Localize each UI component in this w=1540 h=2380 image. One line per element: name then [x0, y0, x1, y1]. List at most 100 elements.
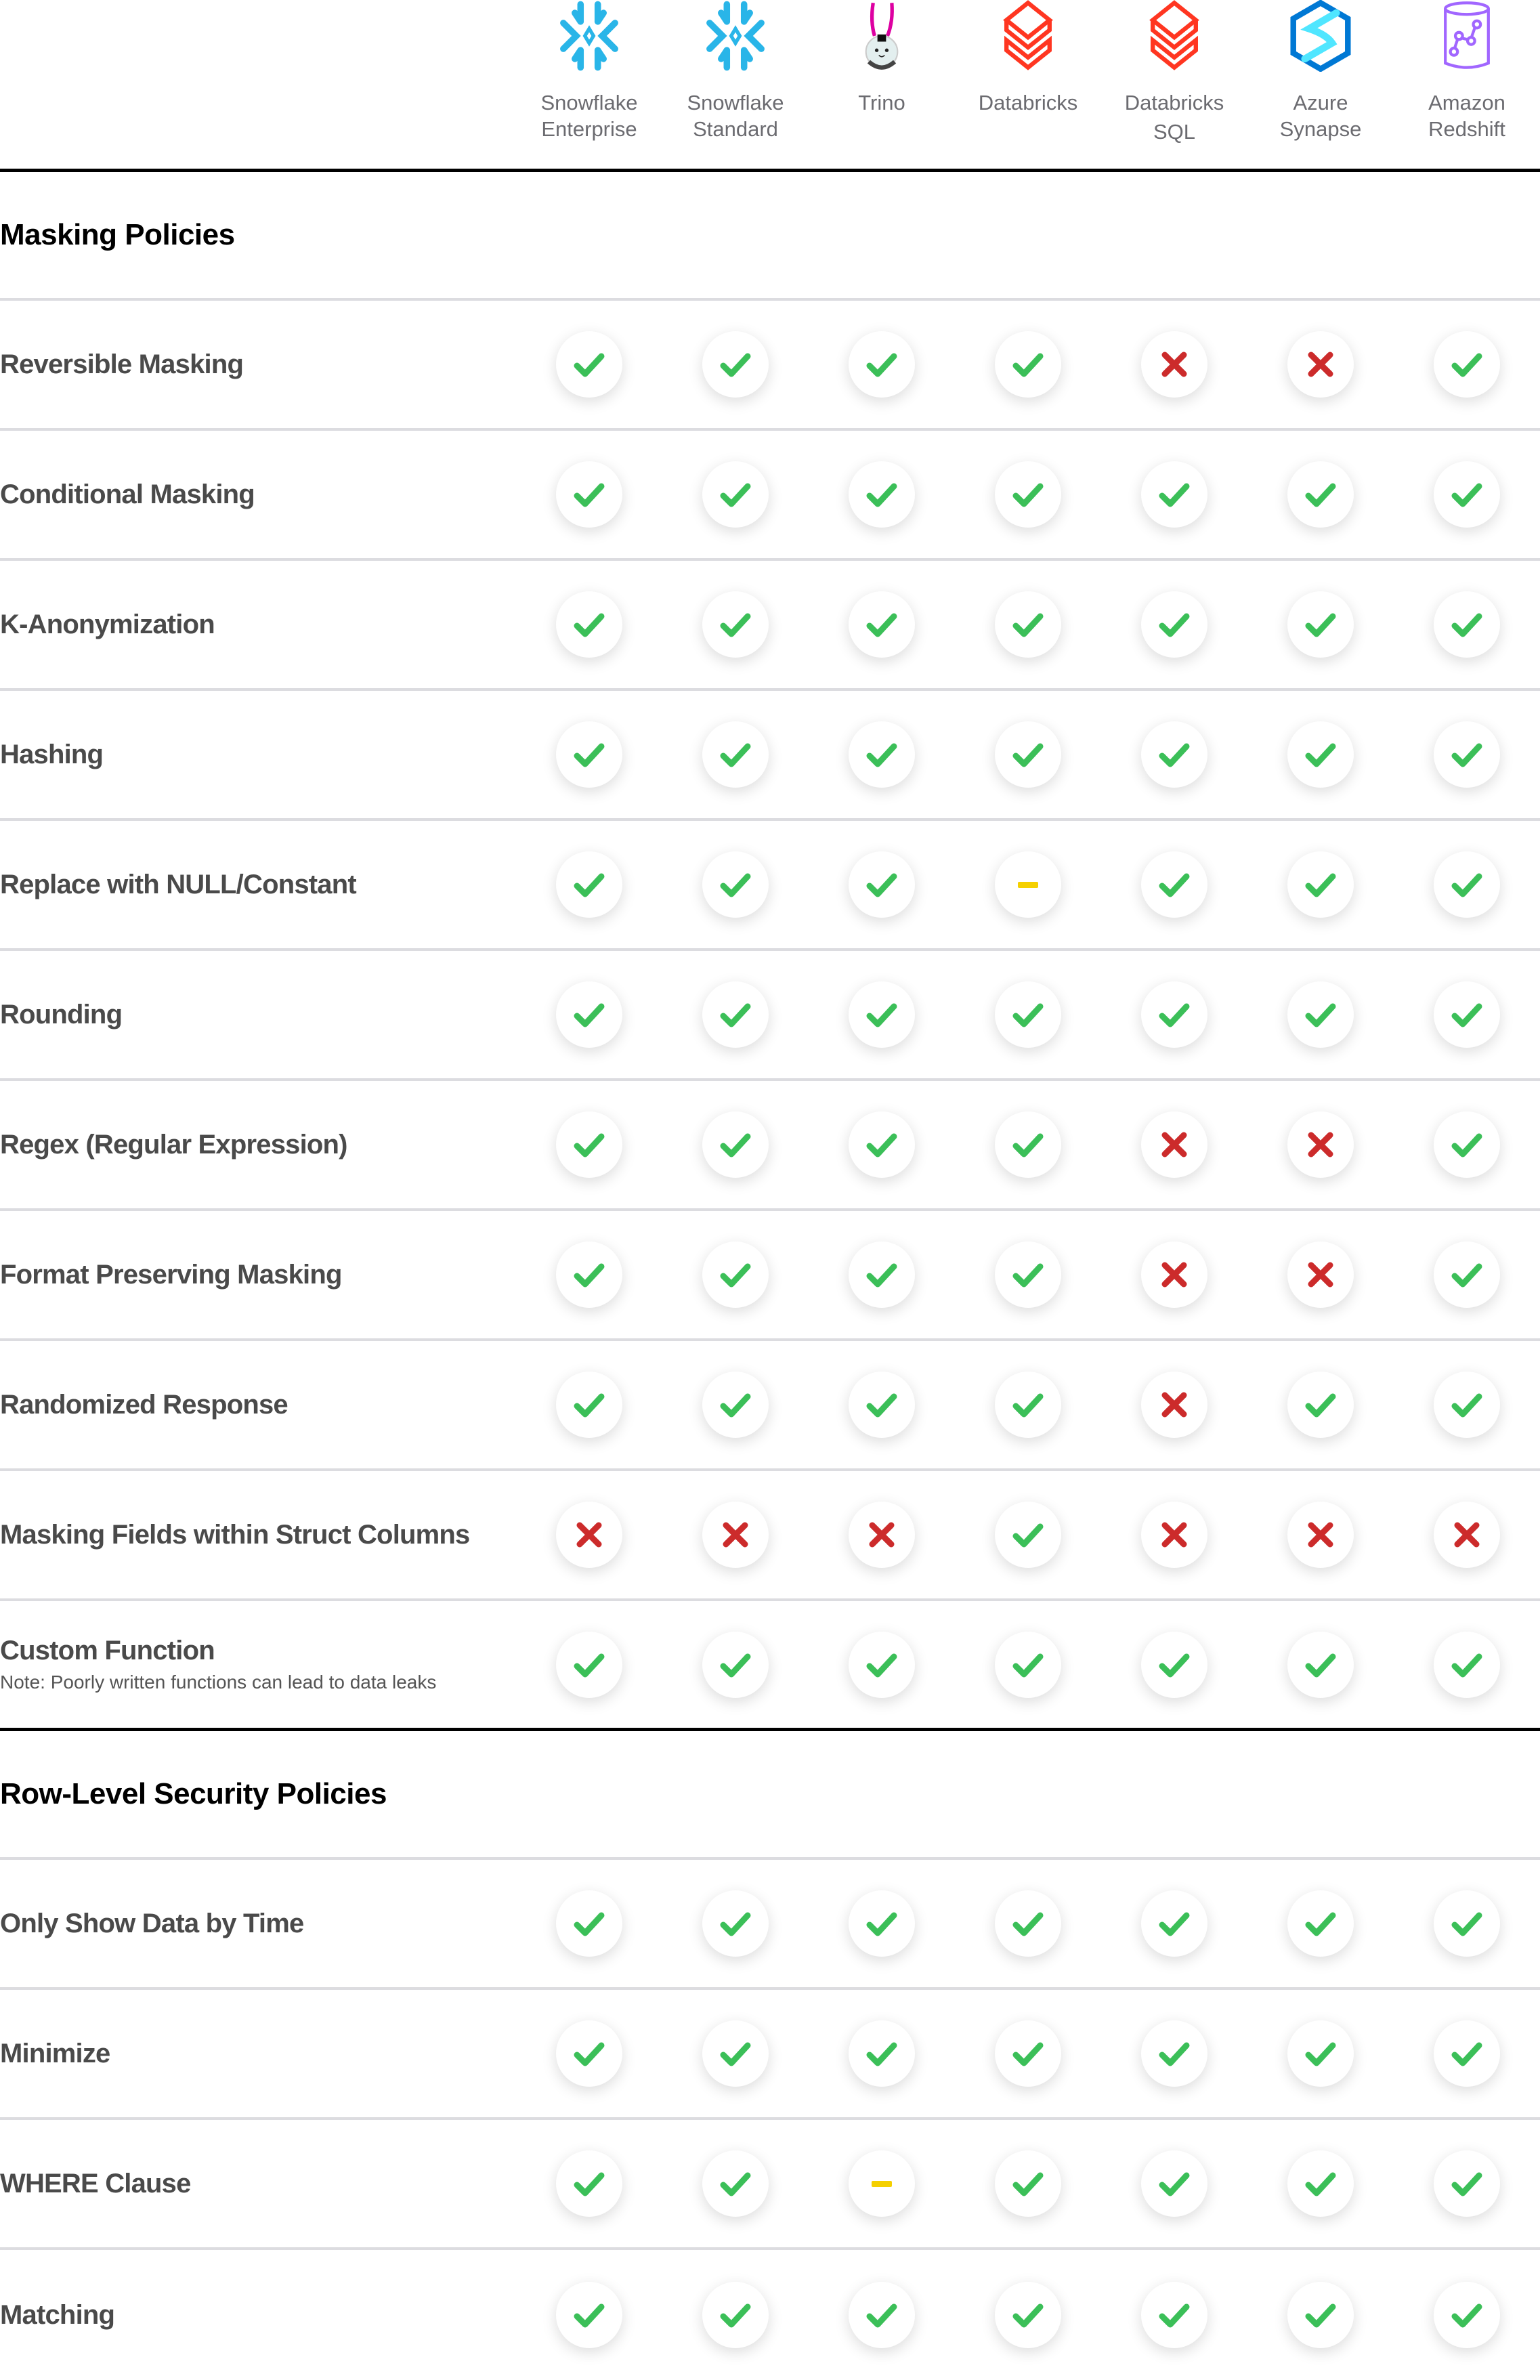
- check-icon: [1141, 2020, 1207, 2087]
- check-icon: [1434, 2282, 1500, 2348]
- partial-dash-icon: [995, 851, 1061, 918]
- vendor-name-line1: Trino: [858, 91, 905, 114]
- table-row: Reversible Masking: [0, 301, 1540, 431]
- check-icon: [702, 591, 769, 658]
- vendor-name-line2: Synapse: [1279, 117, 1362, 141]
- check-icon: [849, 981, 915, 1048]
- section-title: Row-Level Security Policies: [0, 1731, 1540, 1860]
- vendor-column-header: Snowflake Standard: [662, 0, 809, 142]
- check-icon: [849, 2020, 915, 2087]
- vendor-name: Trino: [809, 89, 955, 116]
- check-icon: [556, 721, 622, 788]
- check-icon: [1287, 461, 1354, 528]
- databricks-icon: [1101, 0, 1247, 75]
- vendor-column-header: Amazon Redshift: [1394, 0, 1540, 142]
- check-icon: [849, 1372, 915, 1438]
- check-icon: [995, 1241, 1061, 1308]
- feature-label: K-Anonymization: [0, 609, 215, 639]
- check-icon: [1434, 1241, 1500, 1308]
- vendor-column-header: Azure Synapse: [1247, 0, 1394, 142]
- check-icon: [702, 2282, 769, 2348]
- check-icon: [1434, 591, 1500, 658]
- feature-label: Custom Function: [0, 1636, 215, 1665]
- check-icon: [1287, 1890, 1354, 1957]
- table-row: Rounding: [0, 951, 1540, 1081]
- check-icon: [1287, 2282, 1354, 2348]
- comparison-table: Snowflake Enterprise Snowflake Standard Tr…: [0, 0, 1540, 2380]
- feature-label: Masking Fields within Struct Columns: [0, 1519, 470, 1550]
- check-icon: [849, 2282, 915, 2348]
- check-icon: [995, 1372, 1061, 1438]
- check-icon: [1141, 461, 1207, 528]
- check-icon: [849, 1111, 915, 1178]
- check-icon: [702, 461, 769, 528]
- check-icon: [1434, 2150, 1500, 2217]
- check-icon: [995, 591, 1061, 658]
- check-icon: [1141, 1890, 1207, 1957]
- check-icon: [556, 1631, 622, 1698]
- check-icon: [556, 1890, 622, 1957]
- vendor-name-line1: Snowflake: [687, 91, 784, 114]
- check-icon: [556, 2282, 622, 2348]
- check-icon: [995, 981, 1061, 1048]
- check-icon: [849, 1241, 915, 1308]
- check-icon: [556, 591, 622, 658]
- check-icon: [1141, 2282, 1207, 2348]
- table-row: Only Show Data by Time: [0, 1860, 1540, 1990]
- check-icon: [1141, 851, 1207, 918]
- cross-icon: [1141, 331, 1207, 398]
- feature-label: Reversible Masking: [0, 349, 244, 379]
- sections: Masking Policies Reversible Masking Condit…: [0, 172, 1540, 2380]
- vendor-name: Snowflake Standard: [662, 89, 809, 142]
- vendor-name: Amazon Redshift: [1394, 89, 1540, 142]
- check-icon: [556, 1111, 622, 1178]
- check-icon: [1434, 1890, 1500, 1957]
- check-icon: [995, 721, 1061, 788]
- check-icon: [556, 1241, 622, 1308]
- table-row: Regex (Regular Expression): [0, 1081, 1540, 1211]
- feature-note: Note: Poorly written functions can lead …: [0, 1672, 437, 1693]
- table-row: WHERE Clause: [0, 2120, 1540, 2250]
- snowflake-icon: [516, 0, 662, 75]
- check-icon: [1141, 2150, 1207, 2217]
- cross-icon: [1287, 1241, 1354, 1308]
- check-icon: [849, 1631, 915, 1698]
- check-icon: [995, 331, 1061, 398]
- check-icon: [702, 1111, 769, 1178]
- feature-label: Regex (Regular Expression): [0, 1129, 348, 1160]
- table-row: Masking Fields within Struct Columns: [0, 1471, 1540, 1601]
- feature-label: Format Preserving Masking: [0, 1259, 342, 1290]
- feature-label: Rounding: [0, 999, 123, 1029]
- feature-label: Matching: [0, 2299, 115, 2330]
- check-icon: [1287, 2150, 1354, 2217]
- cross-icon: [1141, 1372, 1207, 1438]
- table-row: Hashing: [0, 691, 1540, 821]
- check-icon: [1434, 1631, 1500, 1698]
- check-icon: [556, 851, 622, 918]
- check-icon: [1287, 1372, 1354, 1438]
- feature-label: WHERE Clause: [0, 2168, 191, 2198]
- check-icon: [995, 1631, 1061, 1698]
- trino-bunny-icon: [809, 0, 955, 75]
- check-icon: [1434, 461, 1500, 528]
- vendor-name: Databricks SQL: [1101, 89, 1247, 145]
- check-icon: [1287, 981, 1354, 1048]
- table-row: Replace with NULL/Constant: [0, 821, 1540, 951]
- check-icon: [702, 981, 769, 1048]
- check-icon: [1434, 981, 1500, 1048]
- check-icon: [1434, 1372, 1500, 1438]
- cross-icon: [849, 1502, 915, 1568]
- cross-icon: [1287, 1111, 1354, 1178]
- check-icon: [1141, 591, 1207, 658]
- check-icon: [556, 331, 622, 398]
- vendor-name-line2: Enterprise: [541, 117, 637, 141]
- check-icon: [1287, 591, 1354, 658]
- snowflake-icon: [662, 0, 809, 75]
- vendor-column-header: Databricks: [955, 0, 1101, 116]
- vendor-column-header: Trino: [809, 0, 955, 116]
- check-icon: [556, 461, 622, 528]
- table-row: Custom Function Note: Poorly written func…: [0, 1601, 1540, 1731]
- cross-icon: [556, 1502, 622, 1568]
- check-icon: [849, 591, 915, 658]
- check-icon: [702, 1241, 769, 1308]
